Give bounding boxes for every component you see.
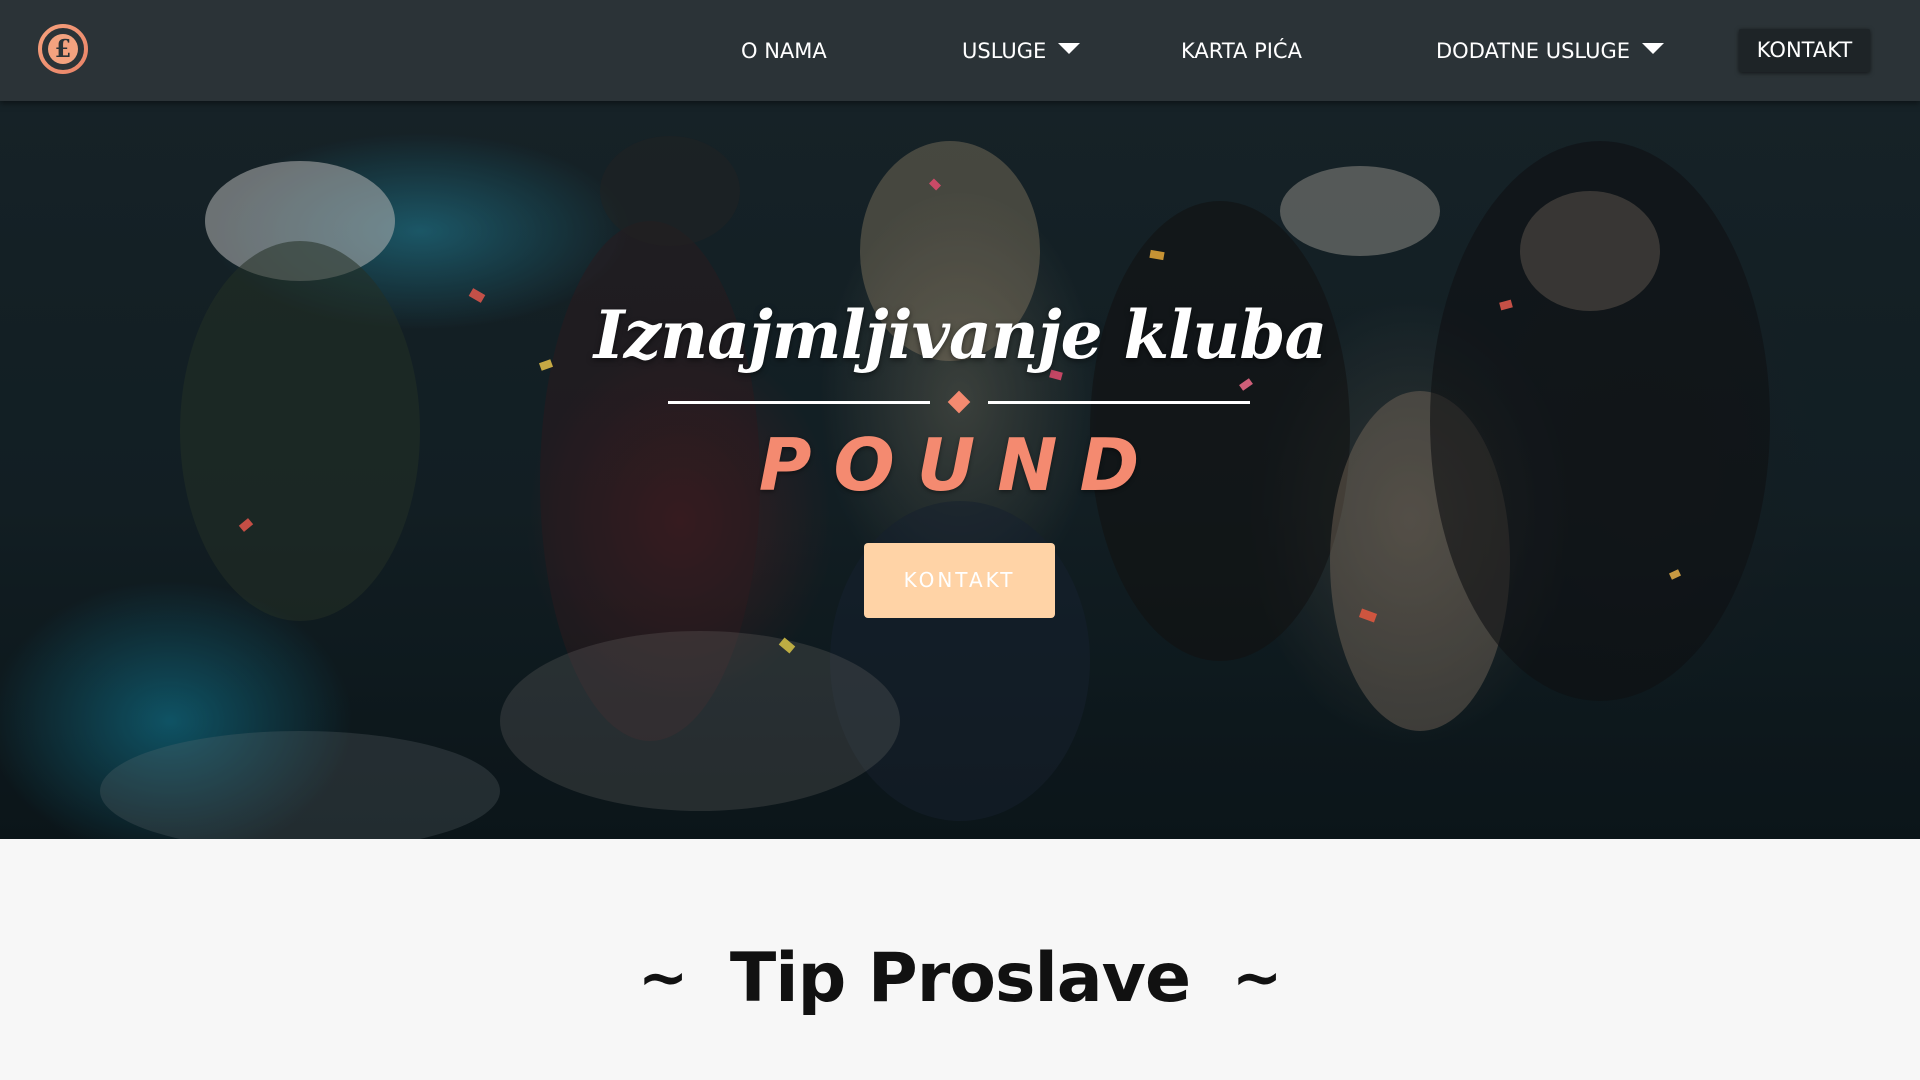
pound-sign-icon[interactable]: £ — [37, 23, 89, 75]
top-navbar: £ O NAMA USLUGE KARTA PIĆA DODATNE USLUG… — [0, 0, 1920, 101]
nav-item-usluge[interactable]: USLUGE — [962, 36, 1081, 66]
nav-item-label: O NAMA — [741, 39, 827, 63]
hero-divider-left — [668, 401, 930, 404]
nav-item-karta-pica[interactable]: KARTA PIĆA — [1181, 36, 1302, 66]
nav-item-label: KARTA PIĆA — [1181, 39, 1302, 63]
caret-down-icon — [1058, 43, 1081, 54]
nav-item-dodatne-usluge[interactable]: DODATNE USLUGE — [1436, 36, 1664, 66]
nav-item-o-nama[interactable]: O NAMA — [741, 36, 827, 66]
nav-contact-button[interactable]: KONTAKT — [1739, 29, 1870, 72]
nav-item-label: USLUGE — [962, 39, 1047, 63]
section-title: Tip Proslave — [729, 939, 1191, 1018]
hero-divider-right — [988, 401, 1250, 404]
party-type-section: ~ Tip Proslave ~ — [0, 839, 1920, 1080]
nav-item-label: DODATNE USLUGE — [1436, 39, 1630, 63]
hero-title: Iznajmljivanje kluba — [593, 296, 1328, 374]
hero-banner: Iznajmljivanje kluba POUND KONTAKT — [0, 101, 1920, 839]
logo-glyph: £ — [55, 34, 72, 63]
hero-contact-button[interactable]: KONTAKT — [864, 543, 1055, 618]
caret-down-icon — [1641, 43, 1664, 54]
tilde-ornament-right: ~ — [1232, 943, 1283, 1013]
logo-svg: £ — [38, 24, 88, 74]
hero-brand-name: POUND — [758, 423, 1162, 507]
